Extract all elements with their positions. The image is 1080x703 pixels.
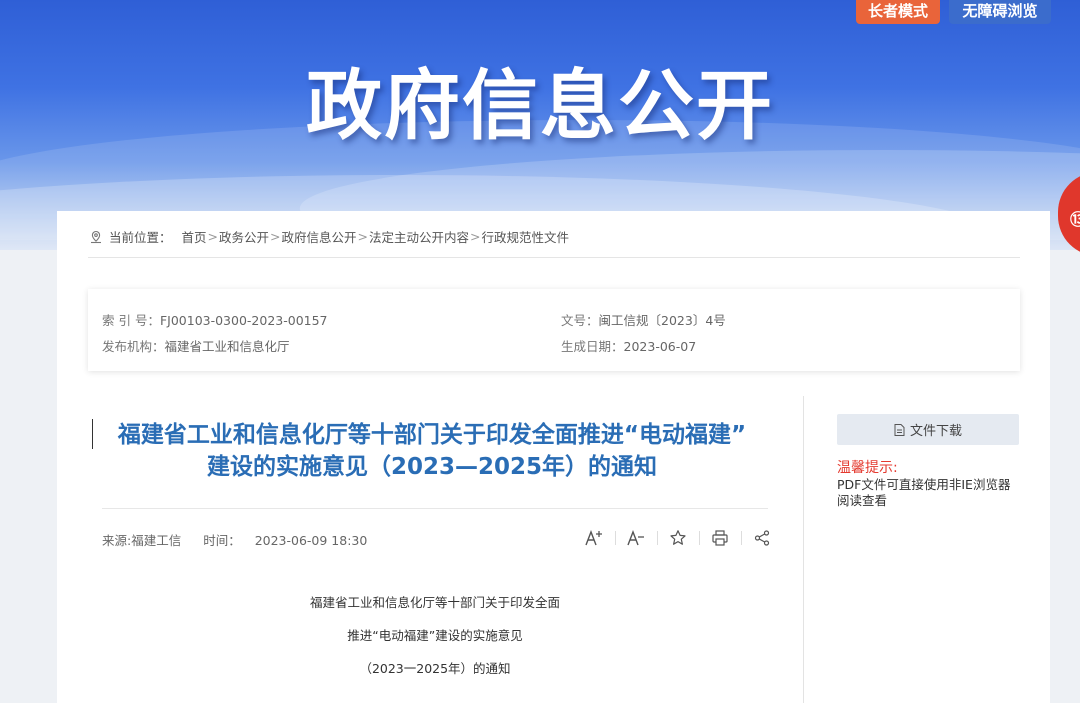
- font-increase-icon: [585, 530, 602, 546]
- printer-icon: [712, 530, 728, 546]
- page-banner-title: 政府信息公开: [306, 61, 774, 150]
- breadcrumb-regulations[interactable]: 行政规范性文件: [482, 227, 570, 246]
- breadcrumb-separator: >: [270, 229, 281, 244]
- index-number: 索 引 号：FJ00103-0300-2023-00157: [102, 310, 328, 329]
- share-button[interactable]: [741, 527, 783, 549]
- breadcrumb-separator: >: [357, 229, 369, 244]
- article-title-line: 建设的实施意见（2023—2025年）的通知: [206, 454, 658, 480]
- file-download-label: 文件下载: [909, 424, 962, 439]
- source-label: 来源:: [102, 533, 132, 548]
- article-title-line: 福建省工业和信息化厅等十部门关于印发全面推进“电动福建”: [117, 422, 747, 448]
- elder-mode-button[interactable]: 长者模式: [856, 0, 940, 24]
- article-info: 来源:福建工信 时间： 2023-06-09 18:30: [102, 530, 367, 549]
- breadcrumb-prefix: 当前位置：: [109, 230, 172, 245]
- publisher-value: 福建省工业和信息化厅: [164, 339, 290, 354]
- column-divider: [803, 396, 804, 703]
- index-number-label: 索 引 号：: [102, 313, 160, 328]
- time-value: 2023-06-09 18:30: [254, 533, 368, 548]
- time-label: 时间：: [203, 533, 241, 548]
- generated-date-label: 生成日期：: [561, 339, 624, 354]
- print-button[interactable]: [699, 527, 741, 549]
- tips-body: PDF文件可直接使用非IE浏览器阅读查看: [837, 477, 1011, 508]
- text-cursor: [92, 419, 93, 449]
- breadcrumb-separator: >: [207, 229, 219, 244]
- article-title: 福建省工业和信息化厅等十部门关于印发全面推进“电动福建” 建设的实施意见（202…: [92, 419, 772, 483]
- source-value: 福建工信: [131, 533, 182, 548]
- file-download-button[interactable]: 文件下载: [837, 414, 1019, 445]
- document-number-label: 文号：: [561, 313, 599, 328]
- tips-title: 温馨提示:: [837, 460, 898, 476]
- body-line: （2023一2025年）的通知: [359, 661, 511, 676]
- publisher: 发布机构：福建省工业和信息化厅: [102, 336, 290, 355]
- title-divider: [102, 508, 768, 509]
- body-line: 福建省工业和信息化厅等十部门关于印发全面: [309, 595, 560, 610]
- side-float-label: ⑬: [1070, 210, 1080, 229]
- body-line: 推进“电动福建”建设的实施意见: [347, 628, 523, 643]
- document-icon: [894, 423, 905, 436]
- breadcrumb-gov-affairs[interactable]: 政务公开: [219, 227, 269, 246]
- article-toolbar: [573, 527, 783, 549]
- publisher-label: 发布机构：: [102, 339, 165, 354]
- content-card: 当前位置： 首页 > 政务公开 > 政府信息公开 > 法定主动公开内容 > 行政…: [57, 211, 1050, 703]
- breadcrumb: 当前位置： 首页 > 政务公开 > 政府信息公开 > 法定主动公开内容 > 行政…: [89, 227, 569, 246]
- star-icon: [670, 530, 686, 545]
- share-icon: [754, 530, 770, 546]
- breadcrumb-gov-info[interactable]: 政府信息公开: [282, 227, 357, 246]
- document-number: 文号：闽工信规〔2023〕4号: [561, 310, 726, 329]
- breadcrumb-statutory[interactable]: 法定主动公开内容: [369, 227, 469, 246]
- font-decrease-icon: [627, 530, 644, 546]
- metadata-box: 索 引 号：FJ00103-0300-2023-00157 文号：闽工信规〔20…: [88, 289, 1020, 371]
- font-increase-button[interactable]: [573, 527, 615, 549]
- index-number-value: FJ00103-0300-2023-00157: [159, 313, 328, 328]
- document-number-value: 闽工信规〔2023〕4号: [598, 313, 726, 328]
- breadcrumb-divider: [88, 257, 1020, 258]
- breadcrumb-home[interactable]: 首页: [182, 227, 207, 246]
- location-icon: [91, 230, 101, 243]
- font-decrease-button[interactable]: [615, 527, 657, 549]
- article-body: 福建省工业和信息化厅等十部门关于印发全面 推进“电动福建”建设的实施意见 （20…: [102, 593, 768, 692]
- generated-date: 生成日期：2023-06-07: [561, 336, 696, 355]
- accessibility-button[interactable]: 无障碍浏览: [949, 0, 1051, 24]
- generated-date-value: 2023-06-07: [623, 339, 697, 354]
- breadcrumb-separator: >: [470, 229, 481, 244]
- favorite-button[interactable]: [657, 527, 699, 549]
